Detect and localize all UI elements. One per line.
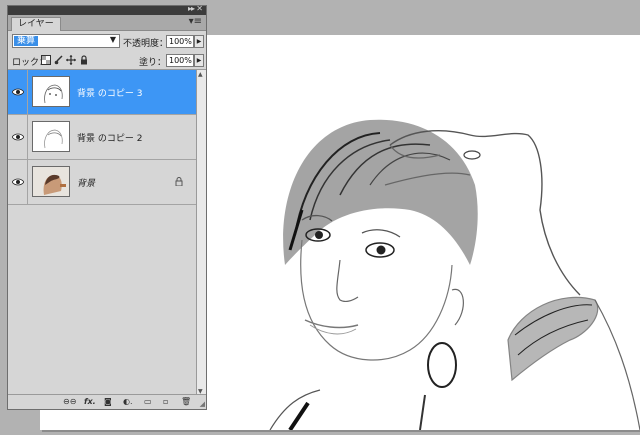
eye-icon — [12, 133, 24, 141]
layer-mask-icon[interactable]: ◙ — [104, 397, 112, 407]
opacity-field[interactable]: 100% — [166, 35, 194, 48]
layer-thumbnail — [32, 166, 70, 197]
opacity-slider-button[interactable]: ▶ — [194, 35, 204, 48]
layer-row-copy-2[interactable]: 背景 のコピー 2 — [8, 115, 197, 160]
blend-opacity-row: 乗算 ▼ 不透明度： 100% ▶ — [8, 32, 206, 51]
tab-layers[interactable]: レイヤー — [11, 17, 61, 31]
double-chevron-right-icon[interactable]: ▸▸ — [188, 4, 195, 13]
visibility-toggle[interactable] — [8, 70, 28, 114]
resize-grip-icon[interactable]: ◢ — [200, 400, 205, 408]
layer-thumbnail — [32, 121, 70, 152]
brush-icon[interactable] — [54, 55, 64, 65]
close-icon[interactable]: ✕ — [196, 4, 203, 13]
layer-thumbnail — [32, 76, 70, 107]
link-layers-icon[interactable]: ⊖⊖ — [63, 397, 76, 407]
chevron-down-icon: ▼ — [109, 35, 116, 44]
panel-bottom-toolbar: ⊖⊖ fx. ◙ ◐. ▭ ▫ 🗑 ◢ — [8, 394, 206, 409]
fill-field[interactable]: 100% — [166, 54, 194, 67]
fill-label: 塗り： — [139, 58, 167, 68]
visibility-toggle[interactable] — [8, 160, 28, 204]
layers-scrollbar[interactable]: ▲ ▼ — [196, 70, 206, 396]
layer-name[interactable]: 背景 — [77, 176, 95, 189]
layer-name[interactable]: 背景 のコピー 2 — [77, 131, 142, 144]
eye-icon — [12, 178, 24, 186]
trash-icon[interactable]: 🗑 — [181, 397, 191, 407]
layers-list: 背景 のコピー 3 背景 のコピー 2 背景 — [8, 70, 197, 396]
layer-row-copy-3[interactable]: 背景 のコピー 3 — [8, 70, 197, 115]
blend-mode-dropdown[interactable]: 乗算 ▼ — [12, 34, 120, 48]
layer-row-background[interactable]: 背景 — [8, 160, 197, 205]
fx-icon[interactable]: fx. — [84, 397, 96, 407]
panel-menu-icon[interactable]: ▾≡ — [189, 16, 202, 27]
panel-tab-bar: レイヤー ▾≡ — [8, 15, 206, 31]
scroll-up-icon[interactable]: ▲ — [198, 71, 203, 78]
lock-icon[interactable] — [79, 55, 89, 65]
layers-panel: ▸▸ ✕ レイヤー ▾≡ 乗算 ▼ 不透明度： 100% ▶ ロック： 塗り： … — [7, 4, 207, 410]
visibility-toggle[interactable] — [8, 115, 28, 159]
lock-icon — [175, 177, 183, 186]
layer-name[interactable]: 背景 のコピー 3 — [77, 86, 142, 99]
move-icon[interactable] — [66, 55, 76, 65]
adjustment-layer-icon[interactable]: ◐. — [123, 397, 133, 407]
new-layer-icon[interactable]: ▫ — [163, 397, 168, 407]
new-group-icon[interactable]: ▭ — [144, 397, 152, 407]
eye-icon — [12, 88, 24, 96]
lock-transparent-icon[interactable] — [41, 55, 51, 65]
opacity-label: 不透明度： — [123, 39, 169, 49]
blend-mode-value: 乗算 — [14, 36, 39, 46]
lock-fill-row: ロック： 塗り： 100% ▶ — [8, 52, 206, 70]
fill-slider-button[interactable]: ▶ — [194, 54, 204, 67]
panel-title-bar[interactable]: ▸▸ ✕ — [8, 4, 206, 15]
